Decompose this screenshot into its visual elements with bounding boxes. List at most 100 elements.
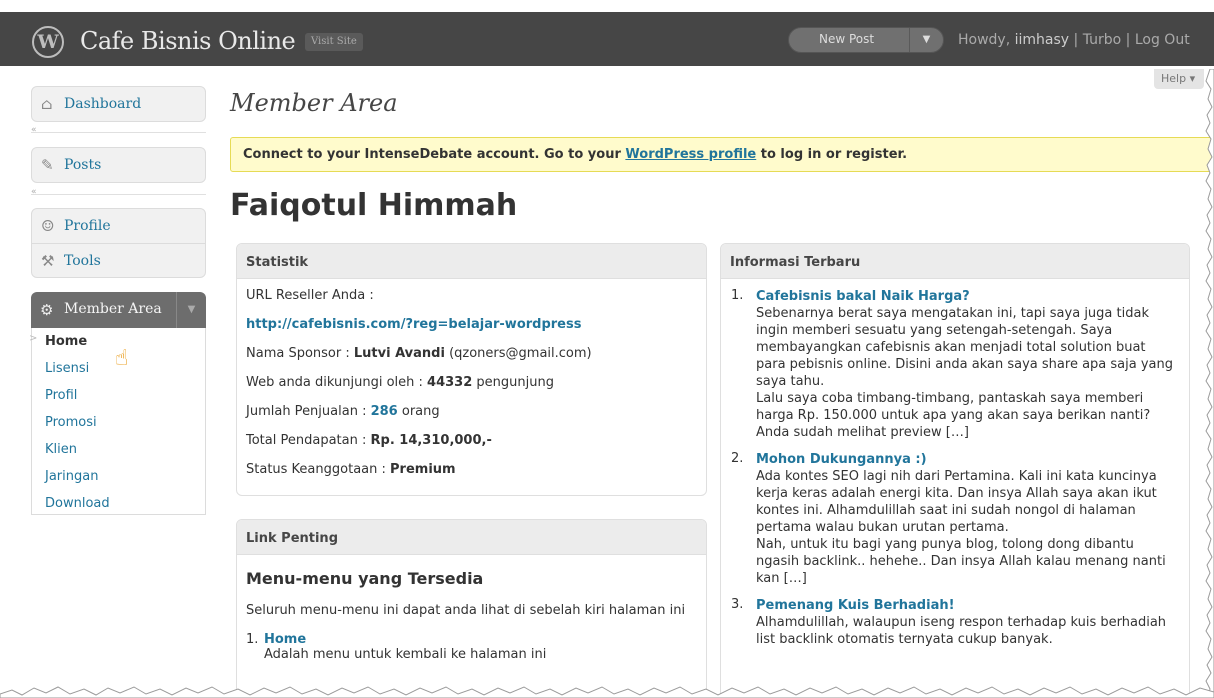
news-title-link[interactable]: Cafebisnis bakal Naik Harga? [756,288,1179,305]
new-post-label[interactable]: New Post [819,32,874,46]
statistik-panel: Statistik URL Reseller Anda : http://caf… [236,243,707,496]
sales-row: Jumlah Penjualan : 286 orang [246,404,697,433]
user-name-heading: Faiqotul Himmah [230,188,518,223]
sponsor-row: Nama Sponsor : Lutvi Avandi (qzoners@gma… [246,346,697,375]
chevron-down-icon[interactable]: ▼ [176,292,206,328]
news-excerpt: Ada kontes SEO lagi nih dari Pertamina. … [756,469,1157,535]
intensedebate-notice: Connect to your IntenseDebate account. G… [230,137,1214,172]
submenu-item-klien[interactable]: Klien [32,436,205,463]
news-title-link[interactable]: Pemenang Kuis Berhadiah! [756,597,1179,614]
chevron-down-icon[interactable]: ▼ [909,28,943,52]
menu-group-posts: ✎ Posts [31,147,206,183]
logout-link[interactable]: Log Out [1135,32,1190,48]
sidebar-item-profile[interactable]: ☺ Profile [32,209,205,243]
notice-text-end: to log in or register. [756,147,908,162]
news-excerpt-2: Nah, untuk itu bagi yang punya blog, tol… [756,537,1166,586]
submenu-item-download[interactable]: Download [32,490,205,517]
list-number: 3. [731,597,744,612]
submenu-item-profil[interactable]: Profil [32,382,205,409]
username-link[interactable]: iimhasy [1015,32,1069,48]
collapse-arrow-icon[interactable]: « [31,187,37,197]
url-label: URL Reseller Anda : [246,288,374,303]
menu-separator [31,194,206,195]
reseller-url-value: http://cafebisnis.com/?reg=belajar-wordp… [246,317,582,332]
help-label[interactable]: Help [1161,72,1186,85]
home-link[interactable]: Home [264,632,306,647]
visits-unit: pengunjung [472,375,554,390]
menu-list: 1. Home Adalah menu untuk kembali ke hala… [246,632,697,662]
menu-group-dashboard: ⌂ Dashboard [31,86,206,122]
howdy-label: Howdy, [958,32,1011,48]
list-item: 1. Cafebisnis bakal Naik Harga? Sebenarn… [731,288,1179,441]
new-post-button[interactable]: New Post ▼ [788,27,944,53]
visits-row: Web anda dikunjungi oleh : 44332 pengunj… [246,375,697,404]
submenu-item-promosi[interactable]: Promosi [32,409,205,436]
news-excerpt: Alhamdulillah, walaupun iseng respon ter… [756,615,1167,647]
pin-icon: ✎ [41,156,54,174]
sponsor-email: (qzoners@gmail.com) [444,346,592,361]
status-label: Status Keanggotaan : [246,462,391,477]
sidebar-item-posts[interactable]: ✎ Posts [32,148,205,182]
visits-value: 44332 [427,375,473,390]
site-title[interactable]: Cafe Bisnis Online [80,27,296,55]
user-greeting: Howdy, iimhasy | Turbo | Log Out [958,32,1190,48]
house-icon: ⌂ [41,95,53,113]
list-number: 1. [246,632,259,647]
list-item: 1. Home Adalah menu untuk kembali ke hala… [246,632,697,662]
visit-site-button[interactable]: Visit Site [305,33,363,51]
menu-group-profile-tools: ☺ Profile ⚒ Tools [31,208,206,278]
sidebar-item-member-area[interactable]: ⚙ Member Area ▼ [31,292,206,328]
income-value: Rp. 14,310,000,- [370,433,492,448]
menu-intro: Seluruh menu-menu ini dapat anda lihat d… [246,603,686,618]
list-item: 2. Mohon Dukungannya :) Ada kontes SEO l… [731,451,1179,587]
sales-unit: orang [397,404,440,419]
statistik-title[interactable]: Statistik [237,244,706,279]
sponsor-label: Nama Sponsor : [246,346,354,361]
sidebar-item-label: Profile [64,218,111,234]
sidebar-item-label: Dashboard [64,96,142,112]
turbo-link[interactable]: Turbo [1083,32,1122,48]
news-excerpt: Sebenarnya berat saya mengatakan ini, ta… [756,306,1173,389]
submenu-item-jaringan[interactable]: Jaringan [32,463,205,490]
sidebar-item-label: Tools [64,253,101,269]
link-penting-title[interactable]: Link Penting [237,520,706,555]
news-excerpt-2: Lalu saya coba timbang-timbang, pantaska… [756,391,1151,440]
sales-value[interactable]: 286 [371,404,398,419]
help-tab[interactable]: Help ▾ [1154,69,1204,89]
sales-label: Jumlah Penjualan : [246,404,371,419]
pointer-hand-icon: ☝ [115,346,129,371]
reseller-url: http://cafebisnis.com/?reg=belajar-wordp… [246,317,697,346]
wordpress-logo-icon[interactable]: W [32,26,64,58]
income-label: Total Pendapatan : [246,433,371,448]
news-title-link[interactable]: Mohon Dukungannya :) [756,451,1179,468]
torn-edge-right [1205,69,1214,698]
member-area-label: Member Area [64,301,162,317]
collapse-arrow-icon[interactable]: « [31,125,37,135]
visits-label: Web anda dikunjungi oleh : [246,375,428,390]
sidebar-item-label: Posts [64,157,102,173]
status-row: Status Keanggotaan : Premium [246,462,697,491]
users-icon: ☺ [41,217,55,235]
tools-icon: ⚒ [41,252,55,270]
list-item: 3. Pemenang Kuis Berhadiah! Alhamdulilla… [731,597,1179,648]
sidebar-item-tools[interactable]: ⚒ Tools [32,243,205,277]
torn-edge-bottom [0,686,1214,698]
admin-header: W Cafe Bisnis Online Visit Site New Post… [0,12,1214,66]
link-penting-panel: Link Penting Menu-menu yang Tersedia Sel… [236,519,707,698]
menu-separator [31,132,206,133]
informasi-panel: Informasi Terbaru 1. Cafebisnis bakal Na… [720,243,1190,698]
sponsor-name: Lutvi Avandi [353,346,445,361]
gear-icon: ⚙ [40,301,54,319]
list-number: 2. [731,451,744,466]
sidebar-item-dashboard[interactable]: ⌂ Dashboard [32,87,205,121]
informasi-title[interactable]: Informasi Terbaru [721,244,1189,279]
notice-text: Connect to your IntenseDebate account. G… [243,147,626,162]
menu-heading: Menu-menu yang Tersedia [246,569,484,588]
list-item-desc: Adalah menu untuk kembali ke halaman ini [264,647,547,662]
page-title: Member Area [230,89,398,117]
income-row: Total Pendapatan : Rp. 14,310,000,- [246,433,697,462]
wordpress-profile-link[interactable]: WordPress profile [625,147,756,162]
list-number: 1. [731,288,744,303]
status-value: Premium [390,462,456,477]
current-item-marker-icon: > [29,333,38,344]
